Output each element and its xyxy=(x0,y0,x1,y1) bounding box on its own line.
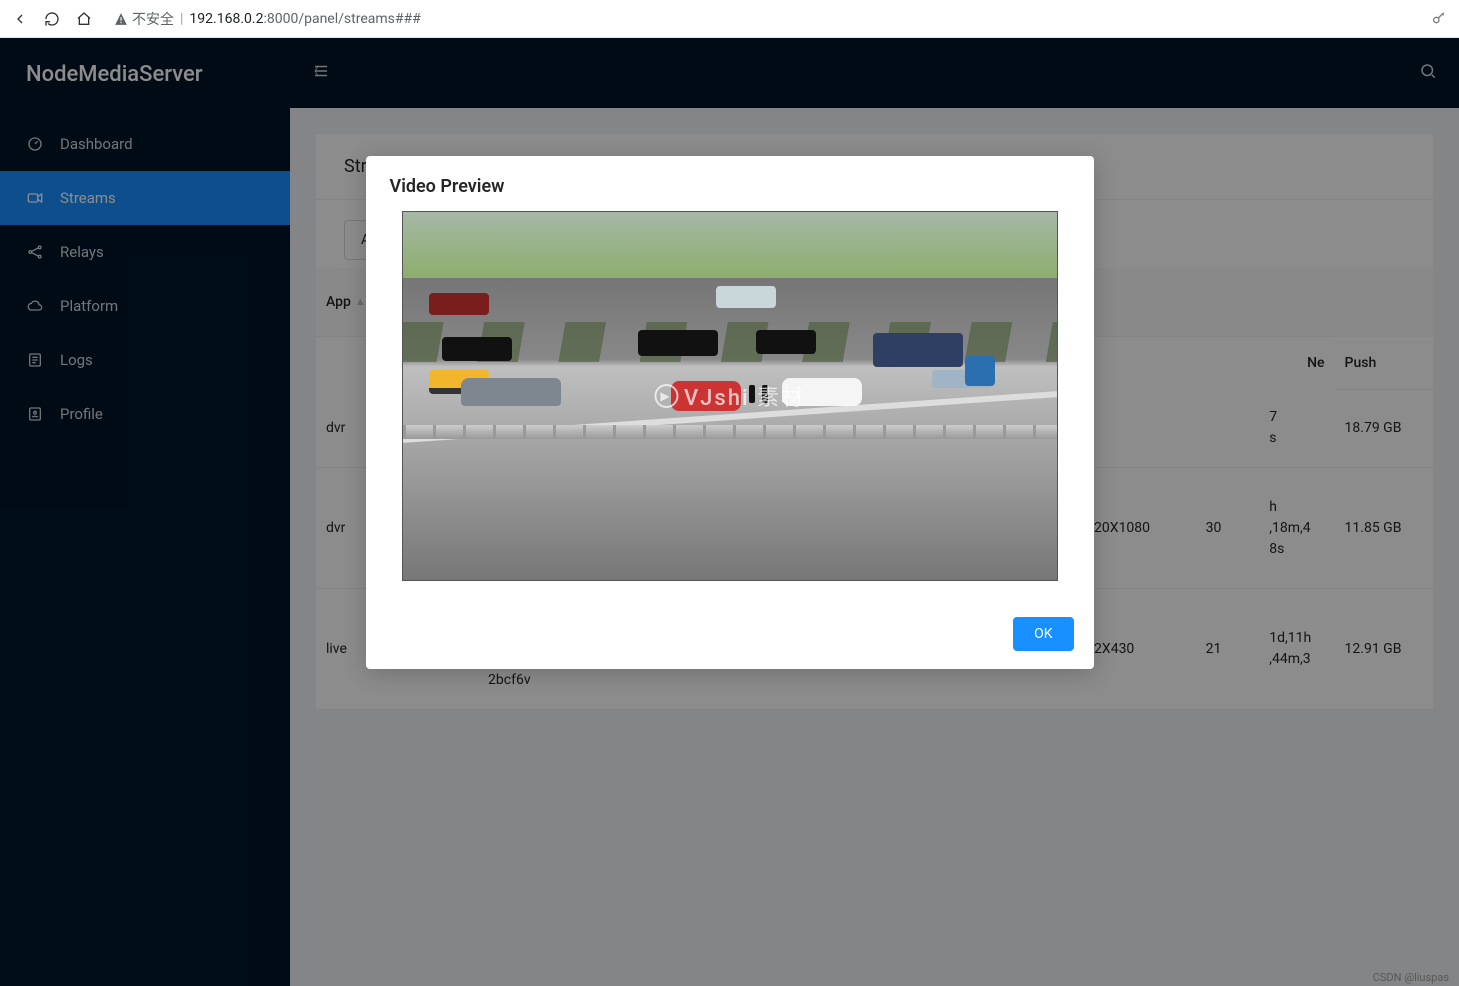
video-watermark: ▶VJshi 素材 xyxy=(654,380,805,412)
password-key-icon[interactable] xyxy=(1431,10,1449,28)
video-preview-modal: Video Preview ▶VJshi 素材 OK xyxy=(366,156,1094,669)
modal-overlay[interactable]: Video Preview ▶VJshi 素材 OK xyxy=(0,38,1459,986)
reload-icon[interactable] xyxy=(42,9,62,29)
url-divider: | xyxy=(180,11,183,27)
ok-button[interactable]: OK xyxy=(1013,617,1073,651)
modal-title: Video Preview xyxy=(366,156,1094,211)
address-bar[interactable]: 不安全 | 192.168.0.2:8000/panel/streams### xyxy=(106,5,1419,33)
home-icon[interactable] xyxy=(74,9,94,29)
insecure-label: 不安全 xyxy=(132,9,174,29)
back-icon[interactable] xyxy=(10,9,30,29)
modal-footer: OK xyxy=(366,605,1094,669)
browser-toolbar: 不安全 | 192.168.0.2:8000/panel/streams### xyxy=(0,0,1459,38)
url-text: 192.168.0.2:8000/panel/streams### xyxy=(189,11,420,27)
insecure-badge: 不安全 xyxy=(114,9,174,29)
modal-body: ▶VJshi 素材 xyxy=(366,211,1094,605)
video-player[interactable]: ▶VJshi 素材 xyxy=(402,211,1058,581)
